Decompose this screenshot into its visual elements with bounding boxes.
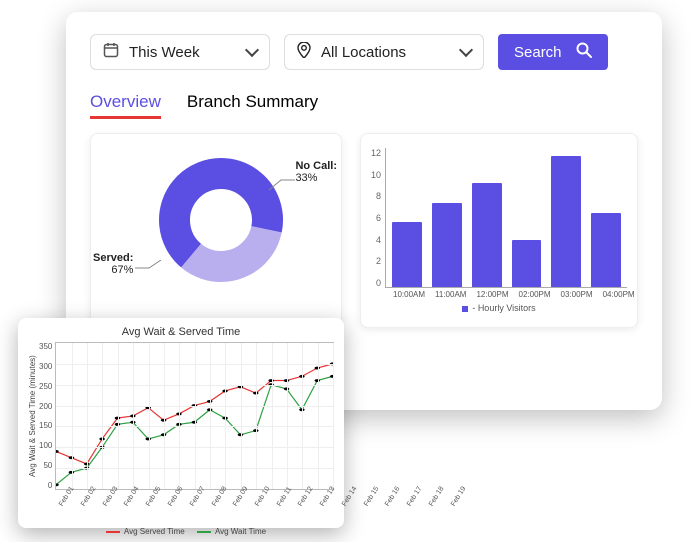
line-chart-title: Avg Wait & Served Time <box>28 326 334 342</box>
served-label: Served: 67% <box>93 252 133 276</box>
bar-plot <box>385 148 627 288</box>
donut <box>159 158 283 282</box>
bar-legend: - Hourly Visitors <box>371 303 627 313</box>
date-range-select[interactable]: This Week <box>90 34 270 70</box>
bar <box>432 203 462 287</box>
search-button[interactable]: Search <box>498 34 608 70</box>
tab-branch-summary[interactable]: Branch Summary <box>187 92 318 119</box>
tabs: Overview Branch Summary <box>90 92 638 119</box>
bar-y-axis: 121086420 <box>371 148 385 288</box>
nocall-label: No Call: 33% <box>295 160 337 184</box>
location-value: All Locations <box>321 44 451 61</box>
line-y-label: Avg Wait & Served Time (minutes) <box>28 342 37 490</box>
tab-overview[interactable]: Overview <box>90 92 161 119</box>
search-icon <box>576 42 592 62</box>
date-range-value: This Week <box>129 44 237 61</box>
line-legend: Avg Served Time Avg Wait Time <box>28 527 334 536</box>
bar-x-axis: 10:00AM11:00AM12:00PM02:00PM03:00PM04:00… <box>371 288 627 299</box>
avg-wait-served-chart: Avg Wait & Served Time Avg Wait & Served… <box>18 318 344 528</box>
callout-line <box>135 260 163 274</box>
call-share-chart: Served: 67% No Call: 33% <box>90 133 342 328</box>
filter-bar: This Week All Locations Search <box>90 34 638 70</box>
line-x-axis: Feb 01Feb 02Feb 03Feb 04Feb 05Feb 06Feb … <box>28 490 334 511</box>
location-select[interactable]: All Locations <box>284 34 484 70</box>
bar <box>472 183 502 287</box>
line-plot <box>55 342 334 490</box>
line-y-axis: 350300250200150100500 <box>37 342 55 490</box>
bar <box>392 222 422 287</box>
callout-line <box>269 178 297 192</box>
calendar-icon <box>103 42 119 62</box>
chevron-down-icon <box>459 43 473 57</box>
pin-icon <box>297 42 311 62</box>
search-button-label: Search <box>514 44 562 61</box>
chevron-down-icon <box>245 43 259 57</box>
hourly-visitors-chart: 121086420 10:00AM11:00AM12:00PM02:00PM03… <box>360 133 638 328</box>
bar <box>551 156 581 287</box>
panels-row: Served: 67% No Call: 33% 121086420 10:00… <box>90 133 638 328</box>
bar <box>591 213 621 287</box>
bar <box>512 240 542 287</box>
